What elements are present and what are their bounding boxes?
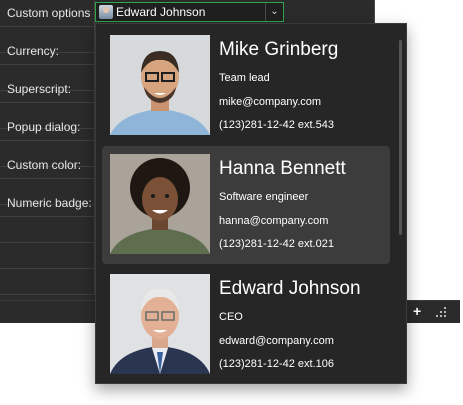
selected-contact-value: Edward Johnson bbox=[116, 5, 206, 19]
contact-item-edward-johnson[interactable]: Edward Johnson CEO edward@company.com (1… bbox=[102, 266, 390, 384]
row-label: Currency: bbox=[7, 44, 60, 58]
contact-role: Team lead bbox=[219, 72, 270, 84]
contact-email: edward@company.com bbox=[219, 335, 334, 347]
contact-name: Mike Grinberg bbox=[219, 39, 339, 60]
contact-item-mike-grinberg[interactable]: Mike Grinberg Team lead mike@company.com… bbox=[102, 27, 390, 145]
contact-phone: (123)281-12-42 ext.543 bbox=[219, 119, 334, 131]
contact-role: Software engineer bbox=[219, 191, 309, 203]
contact-combobox[interactable]: Edward Johnson ⌄ bbox=[95, 2, 284, 22]
contact-phone: (123)281-12-42 ext.106 bbox=[219, 358, 334, 370]
contact-email: hanna@company.com bbox=[219, 215, 329, 227]
contact-name: Hanna Bennett bbox=[219, 158, 346, 179]
row-label bbox=[7, 216, 91, 242]
row-label: Numeric badge: bbox=[7, 196, 91, 210]
contact-phone: (123)281-12-42 ext.021 bbox=[219, 238, 334, 250]
selected-contact-avatar-icon bbox=[99, 5, 113, 19]
contact-email: mike@company.com bbox=[219, 96, 322, 108]
popup-scrollbar[interactable] bbox=[399, 40, 402, 235]
contact-dropdown-popup: Mike Grinberg Team lead mike@company.com… bbox=[95, 23, 407, 384]
chevron-down-icon[interactable]: ⌄ bbox=[265, 3, 283, 21]
row-label: Custom options ... bbox=[7, 6, 91, 20]
contact-item-hanna-bennett[interactable]: Hanna Bennett Software engineer hanna@co… bbox=[102, 146, 390, 264]
contact-photo bbox=[110, 154, 210, 254]
row-label: Superscript: bbox=[7, 82, 72, 96]
contact-name: Edward Johnson bbox=[219, 278, 361, 299]
contact-photo bbox=[110, 35, 210, 135]
contact-photo bbox=[110, 274, 210, 374]
row-label: Popup dialog: bbox=[7, 120, 81, 134]
contact-role: CEO bbox=[219, 311, 243, 323]
plus-icon[interactable]: + bbox=[413, 303, 421, 319]
row-label: Custom color: bbox=[7, 158, 82, 172]
resize-grip-icon[interactable] bbox=[436, 307, 446, 317]
